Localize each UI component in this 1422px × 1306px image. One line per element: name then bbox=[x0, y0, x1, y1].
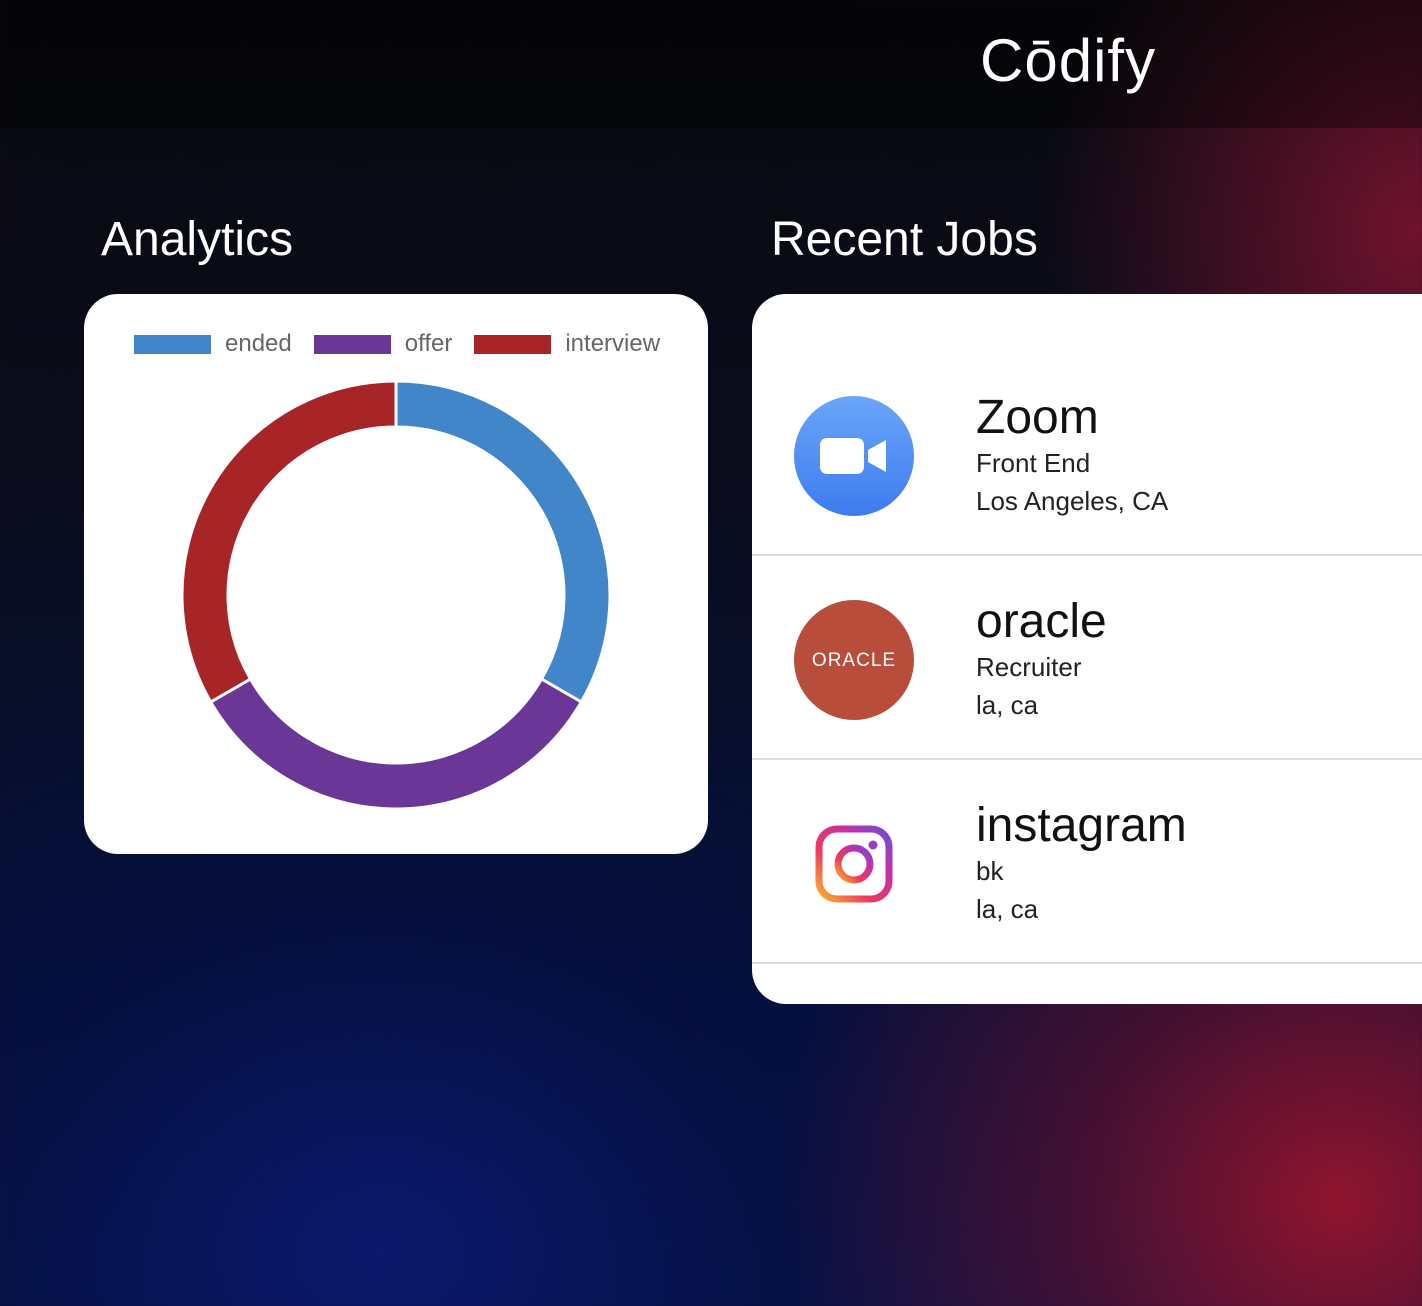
job-role: Front End bbox=[976, 448, 1091, 478]
oracle-logo-text: ORACLE bbox=[812, 650, 896, 671]
recent-jobs-card: Zoom Front End Los Angeles, CA ORACLE or… bbox=[752, 294, 1422, 1004]
donut-chart-svg bbox=[180, 379, 612, 811]
job-company: instagram bbox=[976, 799, 1187, 852]
instagram-logo-icon bbox=[794, 804, 914, 924]
donut-slice-ended[interactable] bbox=[394, 379, 612, 705]
brand-logo[interactable]: Cōdify bbox=[980, 26, 1156, 95]
job-role: bk bbox=[976, 856, 1004, 886]
job-row-instagram[interactable]: instagram bk la, ca bbox=[752, 760, 1422, 964]
job-location: la, ca bbox=[976, 894, 1039, 924]
job-location: la, ca bbox=[976, 690, 1039, 720]
donut-chart bbox=[84, 294, 708, 854]
job-row-zoom[interactable]: Zoom Front End Los Angeles, CA bbox=[752, 352, 1422, 556]
top-bar: Cōdify bbox=[0, 0, 1422, 128]
donut-slice-offer[interactable] bbox=[208, 676, 584, 811]
zoom-logo-icon bbox=[794, 396, 914, 516]
analytics-card: ended offer interview bbox=[84, 294, 708, 854]
donut-slice-interview[interactable] bbox=[180, 379, 398, 705]
recent-jobs-title: Recent Jobs bbox=[771, 213, 1038, 266]
job-role: Recruiter bbox=[976, 652, 1082, 682]
job-company: Zoom bbox=[976, 391, 1099, 444]
analytics-title: Analytics bbox=[101, 213, 294, 266]
job-company: oracle bbox=[976, 595, 1107, 648]
job-row-oracle[interactable]: ORACLE oracle Recruiter la, ca bbox=[752, 556, 1422, 760]
oracle-logo-icon: ORACLE bbox=[794, 600, 914, 720]
job-location: Los Angeles, CA bbox=[976, 486, 1169, 516]
